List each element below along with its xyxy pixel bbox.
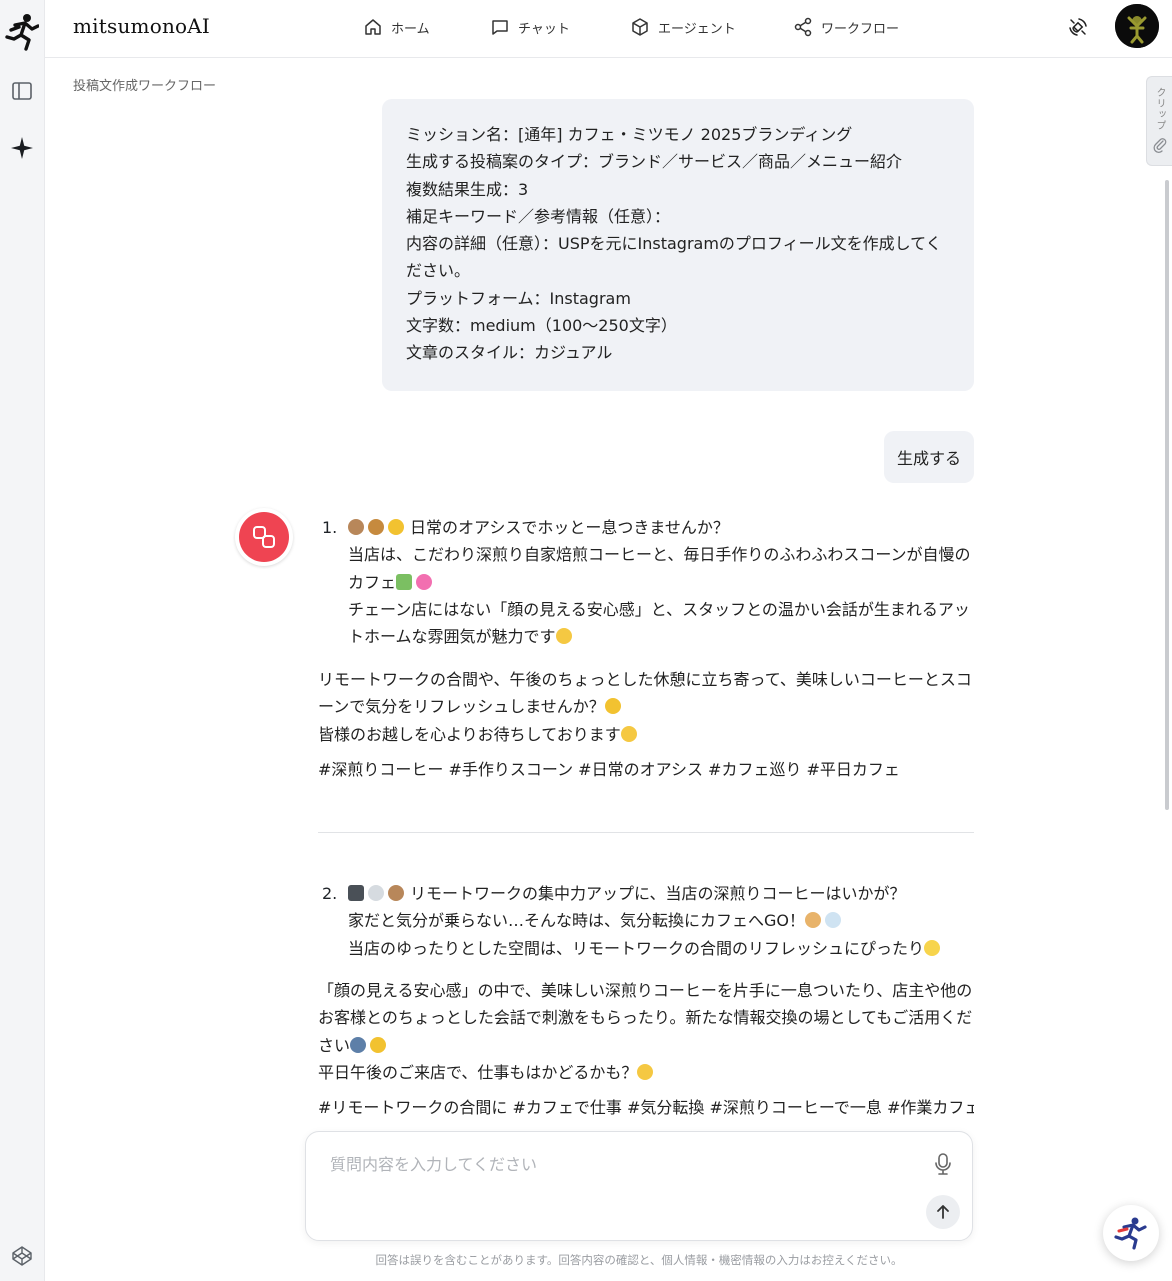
top-header: mitsumonoAI ホーム チャット エージェント ワークフロー [45,0,1172,58]
laptop-bubble-coffee-emoji [348,885,406,901]
item1-line3: チェーン店にはない「顔の見える安心感」と、スタッフとの温かい会話が生まれるアット… [348,599,970,647]
mission-line: 生成する投稿案のタイプ：ブランド／サービス／商品／メニュー紹介 [406,152,903,172]
disclaimer-text: 回答は誤りを含むことがあります。回答内容の確認と、個人情報・機密情報の入力はお控… [375,1253,903,1267]
agent-box-icon [632,18,648,36]
item2-para1: 「顔の見える安心感」の中で、美味しい深煎りコーヒーを片手に一息ついたり、店主や他… [318,981,973,1055]
item1-para1: リモートワークの合間や、午後のちょっとした休憩に立ち寄って、美味しいコーヒーとス… [318,670,972,717]
item2-line3: 当店のゆったりとした空間は、リモートワークの合間のリフレッシュにぴったり [348,938,925,958]
nav-home[interactable]: ホーム [363,14,430,40]
mission-line: 文章のスタイル：カジュアル [406,343,613,363]
assistant-fab-button[interactable] [1103,1205,1159,1261]
nav-workflow-label: ワークフロー [821,21,900,37]
user-message-generate: 生成する [884,431,974,483]
item2-para2: 平日午後のご来店で、仕事もはかどるかも？ [318,1062,638,1082]
speaking-sparkle-emoji [350,1036,388,1053]
satellite-icon[interactable] [1065,14,1091,40]
response-item-2: リモートワークの集中力アップに、当店の深煎りコーヒーはいかが？ 家だと気分が乗ら… [348,880,974,962]
send-button[interactable] [926,1195,960,1229]
mission-line: ミッション名：[通年] カフェ・ミツモノ 2025ブランディング [406,125,853,144]
brand-name[interactable]: mitsumonoAI [73,14,210,38]
house-heart-emoji [396,573,434,590]
coffee-cookie-sparkle-emoji [348,519,406,535]
nav-agent[interactable]: エージェント [630,14,736,40]
item2-line1: リモートワークの集中力アップに、当店の深煎りコーヒーはいかが？ [410,884,906,903]
list-number: 1. [322,518,338,537]
sidebar-toggle-icon[interactable] [8,77,36,105]
wink-emoji [637,1063,654,1080]
home-icon [365,19,381,35]
chat-input[interactable] [330,1152,890,1176]
arrow-up-icon [937,1205,949,1219]
chat-input-box [305,1131,973,1241]
user-avatar[interactable] [1115,4,1159,48]
item2-paragraph: 「顔の見える安心感」の中で、美味しい深煎りコーヒーを片手に一息ついたり、店主や他… [318,977,974,1086]
nav-workflow[interactable]: ワークフロー [793,14,899,40]
workflow-share-icon [794,17,812,37]
nav-chat-label: チャット [518,21,570,37]
mission-line: プラットフォーム：Instagram [406,288,631,308]
item1-para2: 皆様のお越しを心よりお待ちしております [318,724,621,744]
nav-agent-label: エージェント [658,21,736,37]
item2-hashtags: #リモートワークの合間に #カフェで仕事 #気分転換 #深煎りコーヒーで一息 #… [318,1098,974,1117]
left-rail [0,0,45,1281]
breadcrumb: 投稿文作成ワークフロー [73,79,217,94]
item1-line1: 日常のオアシスでホッとー息つきませんか？ [410,518,729,537]
nav-chat[interactable]: チャット [490,14,570,40]
runner-dash-emoji [805,912,843,929]
sparkle-icon[interactable] [8,134,36,162]
mission-line: 複数結果生成：3 [406,179,529,199]
chat-icon [492,20,508,35]
scrollbar-thumb[interactable] [1165,180,1169,810]
clip-side-tab[interactable]: クリップ [1146,76,1172,166]
sparkle-emoji [604,698,621,715]
codepen-icon[interactable] [8,1242,36,1270]
paperclip-icon [1153,138,1166,153]
microphone-icon[interactable] [930,1150,956,1178]
item1-hashtags: #深煎りコーヒー #手作りスコーン #日常のオアシス #カフェ巡り #平日カフェ [318,760,900,779]
user-message-mission: ミッション名：[通年] カフェ・ミツモノ 2025ブランディング 生成する投稿案… [382,99,974,391]
ai-avatar [235,508,293,566]
mission-line: 補足キーワード／参考情報（任意）： [406,206,671,226]
list-number: 2. [322,884,338,903]
item2-line2: 家だと気分が乗らない…そんな時は、気分転換にカフェへGO！ [348,911,805,931]
ai-bot-icon [253,526,275,548]
divider [318,832,974,833]
nav-home-label: ホーム [391,21,430,37]
mission-line: 内容の詳細（任意）：USPを元にInstagramのプロフィール文を作成してくだ… [406,234,942,281]
runner-logo-icon[interactable] [5,13,40,51]
mission-line: 文字数：medium（100〜250文字） [406,316,677,336]
runner-logo-icon [1114,1217,1147,1250]
lightbulb-emoji [924,939,941,956]
item1-paragraph: リモートワークの合間や、午後のちょっとした休憩に立ち寄って、美味しいコーヒーとス… [318,666,974,748]
response-item-1: 日常のオアシスでホッとー息つきませんか？ 当店は、こだわり深煎り自家焙煎コーヒー… [348,514,974,650]
smile-emoji [620,725,637,742]
relieved-face-emoji [555,628,572,645]
item1-line2: 当店は、こだわり深煎り自家焙煎コーヒーと、毎日手作りのふわふわスコーンが自慢のカ… [348,545,971,592]
clip-tab-label: クリップ [1154,87,1165,131]
